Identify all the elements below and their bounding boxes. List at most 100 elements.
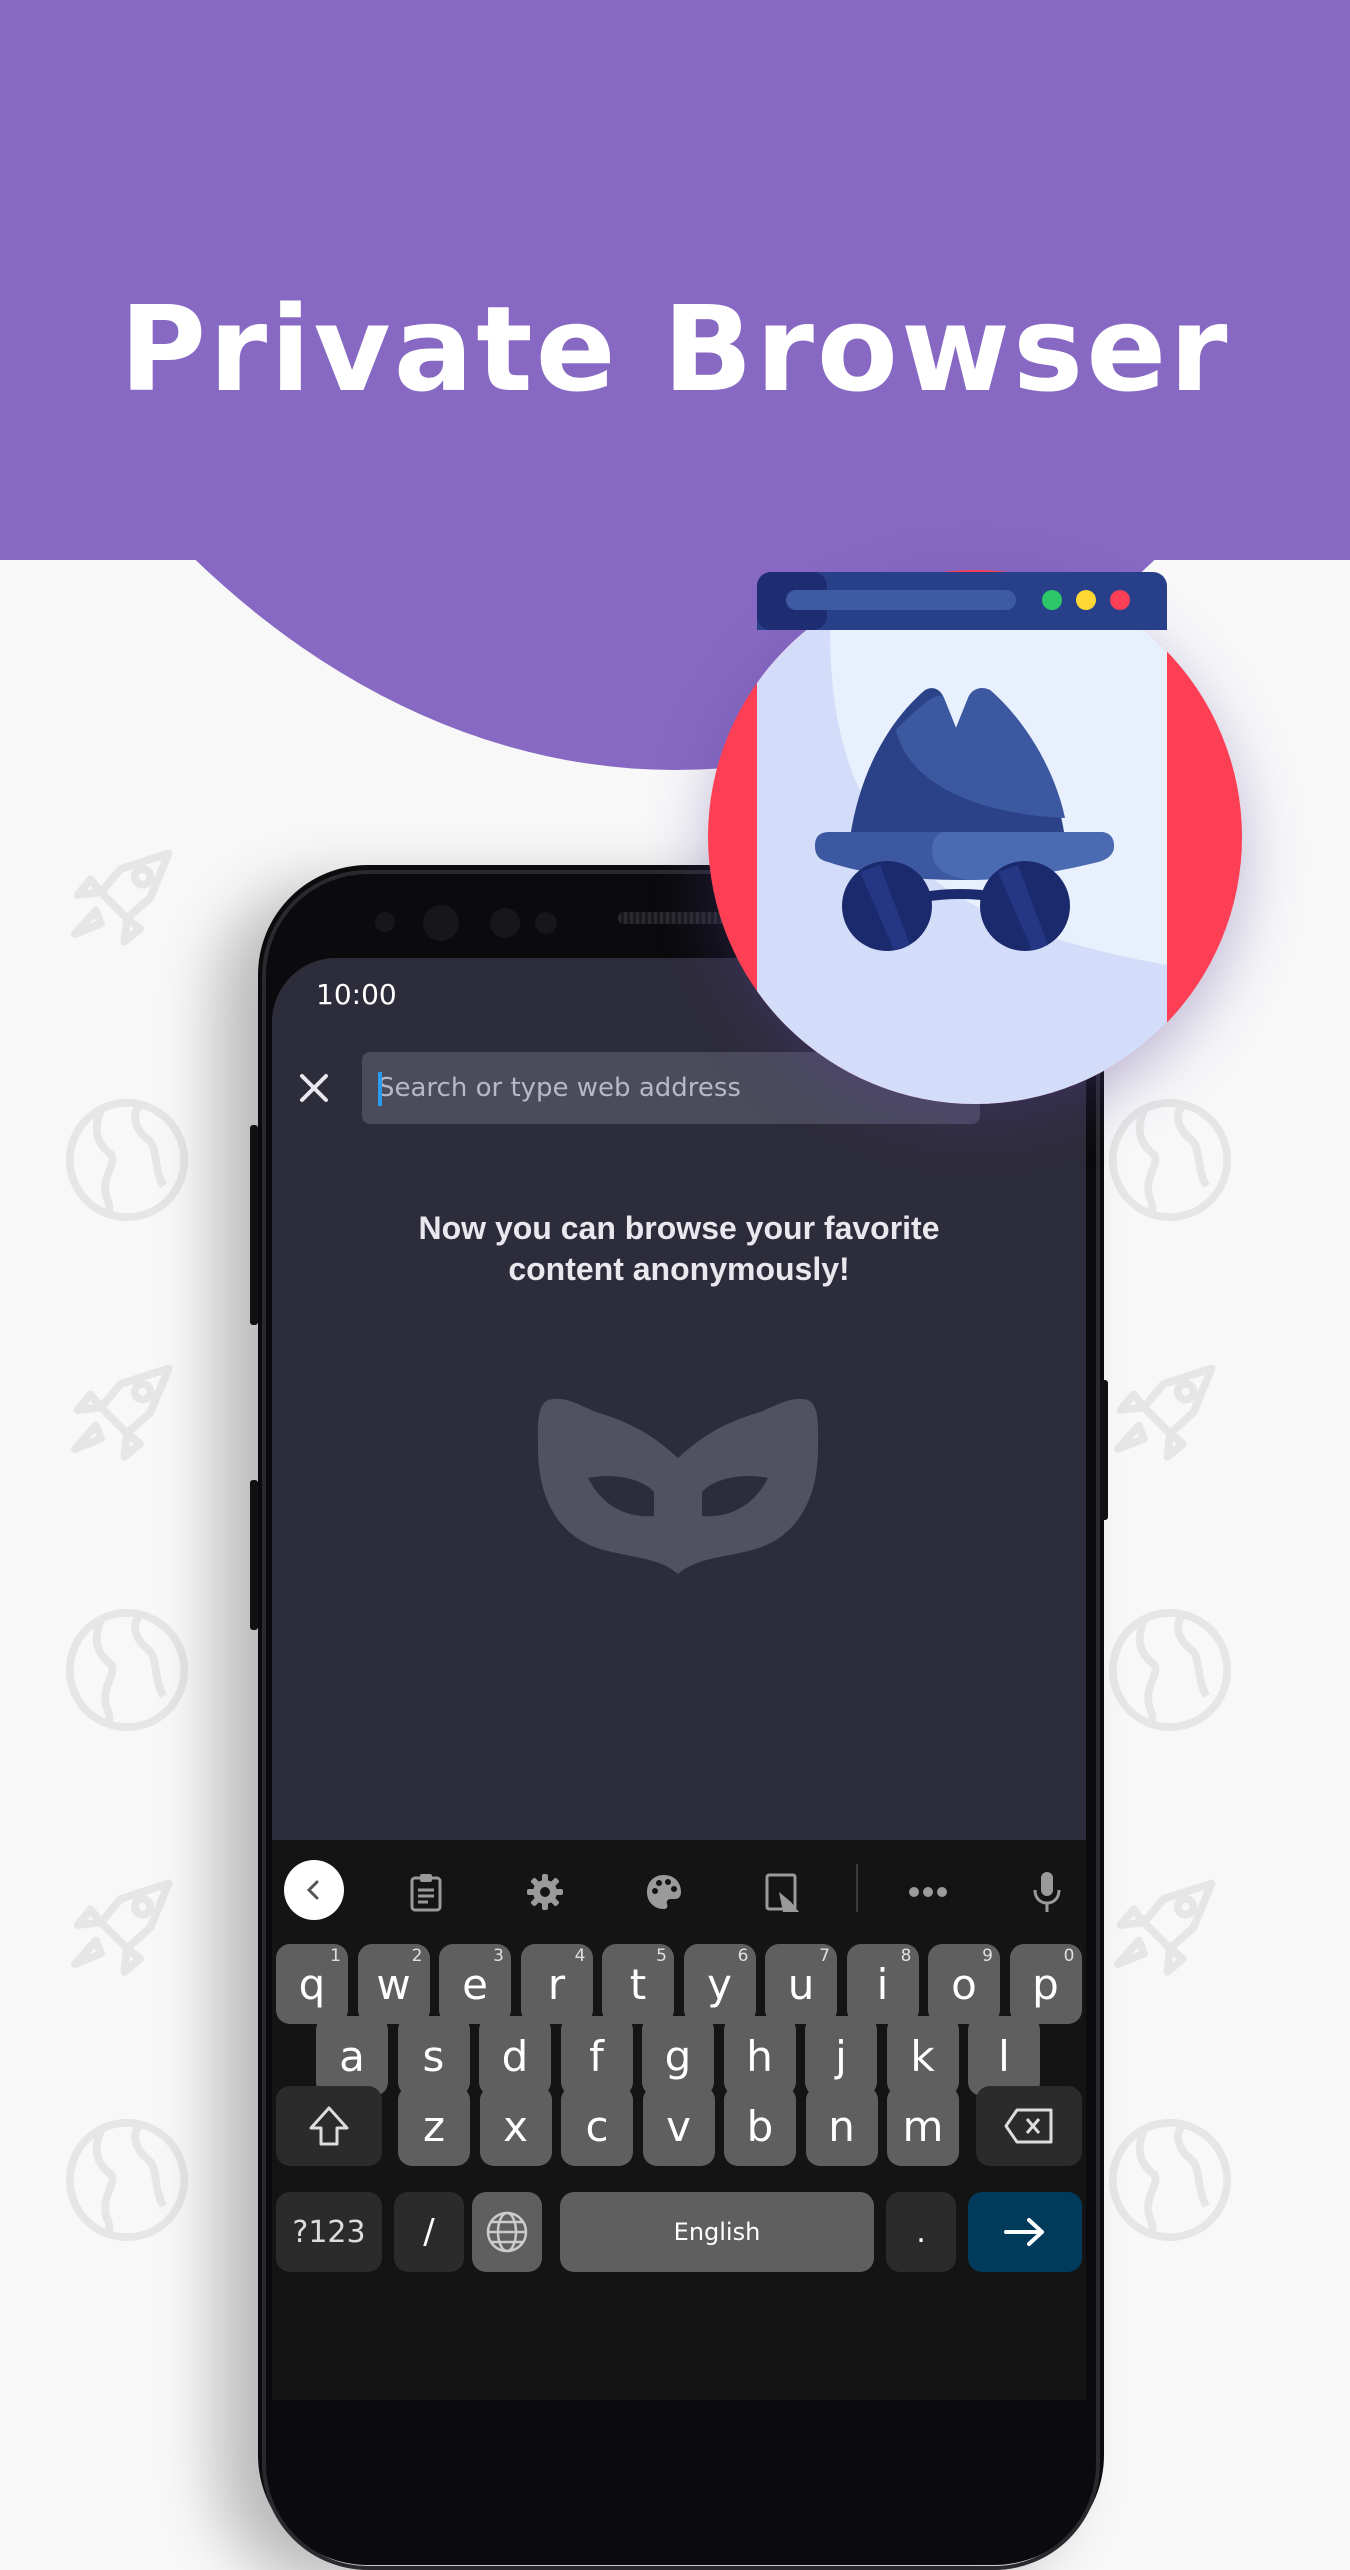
text-cursor [378,1072,382,1106]
key-number-hint: 7 [819,1946,830,1966]
key-number-hint: 8 [900,1946,912,1966]
key-label: w [376,1959,411,2009]
voice-input-button[interactable] [1017,1862,1077,1922]
phone-sensor [490,908,520,938]
rocket-icon [71,1364,173,1461]
window-dot-red [1110,590,1130,610]
arrow-right-icon [1004,2218,1044,2246]
key-s[interactable]: s [397,2016,470,2096]
rocket-icon [71,849,173,946]
key-d[interactable]: d [479,2016,551,2096]
globe-icon [1108,1608,1232,1732]
key-r[interactable]: r4 [520,1944,593,2024]
chevron-left-icon [306,1880,319,1900]
page-title: Private Browser [119,280,1231,418]
period-key[interactable]: . [886,2192,956,2272]
key-m[interactable]: m [887,2086,959,2166]
key-number-hint: 1 [330,1946,341,1966]
key-z[interactable]: z [398,2086,470,2166]
key-f[interactable]: f [560,2016,633,2096]
phone-side-button [1100,1380,1108,1520]
palette-icon [647,1875,681,1909]
incognito-message-line2: content anonymously! [508,1251,850,1287]
gear-icon [527,1874,563,1910]
globe-icon [65,2118,189,2242]
key-x[interactable]: x [479,2086,552,2166]
one-hand-mode-icon [765,1873,799,1912]
key-t[interactable]: t5 [602,1944,674,2024]
key-number-hint: 6 [737,1946,749,1966]
key-number-hint: 3 [493,1946,504,1966]
phone-side-button [250,1125,258,1325]
symbols-key[interactable]: ?123 [276,2192,382,2272]
settings-button[interactable] [515,1862,575,1922]
one-handed-button[interactable] [753,1862,813,1922]
more-button[interactable] [898,1862,958,1922]
shift-icon [309,2106,349,2146]
key-w[interactable]: w2 [357,1944,430,2024]
phone-camera [423,905,459,941]
space-key[interactable]: English [560,2192,874,2272]
key-v[interactable]: v [642,2086,715,2166]
key-o[interactable]: o9 [928,1944,1000,2024]
key-e[interactable]: e3 [439,1944,511,2024]
incognito-mask-icon [537,1398,819,1574]
language-key[interactable] [472,2192,542,2272]
key-j[interactable]: j [805,2016,877,2096]
status-time: 10:00 [316,978,397,1011]
key-label: q [298,1959,326,2009]
phone-sensor [375,912,395,932]
key-q[interactable]: q1 [276,1944,348,2024]
key-h[interactable]: h [723,2016,796,2096]
globe-icon [1108,2118,1232,2242]
key-n[interactable]: n [805,2086,878,2166]
window-dot-yellow [1076,590,1096,610]
keyboard-back-button[interactable] [284,1860,344,1920]
more-horizontal-icon [909,1887,947,1897]
key-number-hint: 2 [411,1946,423,1966]
window-dot-green [1042,590,1062,610]
key-u[interactable]: u7 [765,1944,837,2024]
close-icon[interactable] [294,1068,334,1108]
key-number-hint: 0 [1063,1946,1075,1966]
incognito-message-line1: Now you can browse your favorite [418,1210,940,1246]
phone-side-button [250,1480,258,1630]
globe-icon [65,1098,189,1222]
key-label: e [462,1959,488,2009]
slash-key[interactable]: / [394,2192,464,2272]
phone-screen: 10:00 Now you can browse your favorite c… [272,958,1086,2400]
key-label: p [1032,1959,1059,2009]
key-label: y [707,1959,732,2009]
globe-icon [65,1608,189,1732]
key-number-hint: 5 [656,1946,667,1966]
key-b[interactable]: b [724,2086,796,2166]
clipboard-icon [410,1874,442,1912]
key-label: r [547,1959,566,2009]
key-label: o [951,1959,977,2009]
microphone-icon [1033,1872,1061,1912]
key-label: u [787,1959,815,2009]
backspace-icon [1004,2108,1053,2144]
keyboard: q1w2e3r4t5y6u7i8o9p0 asdfghjkl zxcvbnm ?… [272,1840,1086,2400]
key-i[interactable]: i8 [846,1944,919,2024]
incognito-browser-icon [757,572,1167,1104]
toolbar-divider [856,1864,858,1912]
key-l[interactable]: l [968,2016,1040,2096]
key-c[interactable]: c [561,2086,633,2166]
key-number-hint: 9 [982,1946,993,1966]
phone-sensor [535,912,557,934]
globe-icon [486,2211,528,2253]
clipboard-button[interactable] [396,1862,456,1922]
go-key[interactable] [968,2192,1082,2272]
key-p[interactable]: p0 [1009,1944,1082,2024]
key-a[interactable]: a [316,2016,388,2096]
rocket-icon [1114,1364,1216,1461]
key-k[interactable]: k [886,2016,959,2096]
shift-key[interactable] [276,2086,382,2166]
key-y[interactable]: y6 [683,1944,756,2024]
rocket-icon [71,1879,173,1976]
backspace-key[interactable] [976,2086,1082,2166]
theme-button[interactable] [634,1862,694,1922]
key-g[interactable]: g [642,2016,714,2096]
key-label: t [629,1959,647,2009]
